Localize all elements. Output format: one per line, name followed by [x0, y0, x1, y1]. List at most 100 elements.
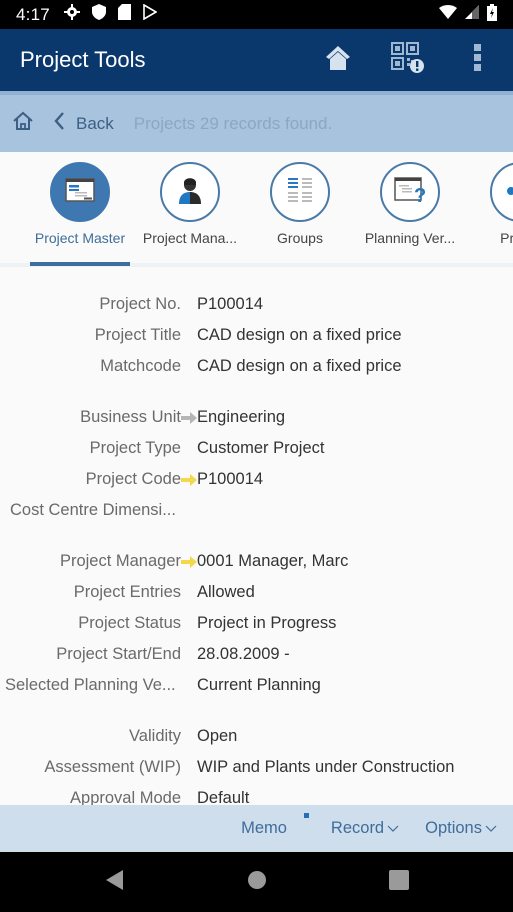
overflow-menu-button[interactable] — [443, 29, 513, 91]
field-approval-mode: Approval Mode Default — [0, 783, 513, 805]
field-value: Allowed — [197, 583, 255, 601]
field-value: P100014 — [197, 470, 264, 488]
field-value: WIP and Plants under Construction — [197, 758, 455, 776]
planning-help-icon: ? — [394, 176, 426, 209]
back-triangle-icon — [105, 869, 124, 895]
field-value: CAD design on a fixed price — [197, 357, 402, 375]
tab-label: Project Mana... — [142, 230, 238, 246]
field-project-status: Project Status Project in Progress — [0, 608, 513, 639]
person-icon — [177, 176, 203, 209]
field-project-entries: Project Entries Allowed — [0, 577, 513, 608]
tab-label: Planning Ver... — [364, 230, 456, 246]
field-label: Project Entries — [73, 583, 181, 601]
field-project-code: Project Code P100014 — [0, 464, 513, 495]
field-value: 28.08.2009 - — [197, 645, 290, 663]
field-label: Business Unit — [80, 408, 181, 426]
project-detail-fields: Project No. P100014 Project Title CAD de… — [0, 267, 513, 805]
system-back-button[interactable] — [44, 869, 186, 895]
recents-square-icon — [388, 869, 409, 895]
form-icon — [65, 177, 95, 207]
system-home-button[interactable] — [186, 870, 328, 894]
tab-project-manager[interactable]: Project Mana... — [135, 162, 245, 246]
field-value: Current Planning — [197, 676, 321, 694]
chevron-left-icon — [54, 112, 64, 135]
tab-planning-version[interactable]: ? Planning Ver... — [355, 162, 465, 246]
field-value: Default — [197, 789, 250, 805]
home-circle-icon — [247, 870, 266, 894]
home-button[interactable] — [303, 29, 373, 91]
field-validity: Validity Open — [0, 721, 513, 752]
tab-label: Projec — [500, 230, 513, 246]
svg-text:?: ? — [414, 185, 426, 204]
field-matchcode: Matchcode CAD design on a fixed price — [0, 351, 513, 382]
field-value: P100014 — [197, 295, 264, 313]
field-label: Approval Mode — [70, 789, 181, 805]
field-project-start-end: Project Start/End 28.08.2009 - — [0, 639, 513, 670]
field-label: Project Status — [78, 614, 181, 632]
app-title: Project Tools — [20, 47, 146, 72]
tab-strip[interactable]: Project Master Project Mana... Groups ? — [0, 152, 513, 267]
wifi-icon — [439, 5, 457, 24]
field-label: Selected Planning Ve... — [5, 676, 176, 694]
overflow-menu-icon — [474, 43, 482, 77]
tab-groups[interactable]: Groups — [245, 162, 355, 246]
link-arrow-icon[interactable] — [181, 473, 197, 486]
field-label: Project Code — [85, 470, 181, 488]
link-arrow-icon[interactable] — [181, 555, 197, 568]
shield-icon — [91, 4, 106, 25]
chevron-down-icon — [485, 819, 497, 838]
field-assessment-wip: Assessment (WIP) WIP and Plants under Co… — [0, 752, 513, 783]
field-label: Validity — [129, 727, 181, 745]
field-label: Project Type — [89, 439, 181, 457]
record-menu-button[interactable]: Record — [331, 819, 399, 838]
field-label: Project Start/End — [56, 645, 181, 663]
back-button[interactable]: Back — [54, 112, 114, 135]
sd-card-icon — [117, 4, 131, 25]
qr-scan-button[interactable] — [373, 29, 443, 91]
field-label: Project No. — [99, 295, 181, 313]
memo-button[interactable]: Memo — [241, 813, 309, 838]
records-found-text: Projects 29 records found. — [133, 113, 333, 133]
memo-indicator-icon — [303, 813, 309, 818]
status-time: 4:17 — [16, 4, 50, 24]
tab-project-master[interactable]: Project Master — [25, 162, 135, 246]
tab-project-partial[interactable]: Projec — [465, 162, 513, 246]
tab-label: Groups — [277, 230, 323, 246]
field-label: Assessment (WIP) — [44, 758, 181, 776]
field-business-unit: Business Unit Engineering — [0, 402, 513, 433]
play-store-icon — [143, 3, 158, 25]
cellular-icon — [465, 5, 479, 24]
breadcrumb-bar: Back Projects 29 records found. — [0, 91, 513, 152]
field-selected-planning-version: Selected Planning Ve... Current Planning — [0, 670, 513, 701]
bottom-action-bar: Memo Record Options — [0, 805, 513, 852]
field-project-type: Project Type Customer Project — [0, 433, 513, 464]
qr-code-icon — [391, 41, 425, 79]
home-breadcrumb-icon[interactable] — [12, 111, 34, 136]
system-recents-button[interactable] — [328, 869, 470, 895]
field-project-manager: Project Manager 0001 Manager, Marc — [0, 546, 513, 577]
system-navigation-bar — [0, 852, 513, 912]
app-bar: Project Tools — [0, 29, 513, 91]
field-label: Matchcode — [100, 357, 181, 375]
field-value: Customer Project — [197, 439, 325, 457]
tab-label: Project Master — [34, 230, 126, 246]
field-label: Cost Centre Dimensi... — [10, 501, 176, 519]
field-value: Open — [197, 727, 238, 745]
gear-icon — [63, 4, 80, 25]
field-label: Project Title — [94, 326, 181, 344]
project-link-icon — [506, 183, 513, 201]
field-value: CAD design on a fixed price — [197, 326, 402, 344]
field-project-no: Project No. P100014 — [0, 289, 513, 320]
chevron-down-icon — [387, 819, 399, 838]
link-arrow-icon[interactable] — [181, 411, 197, 424]
memo-label: Memo — [241, 819, 287, 837]
field-label: Project Manager — [59, 552, 181, 570]
record-label: Record — [330, 819, 385, 837]
back-label: Back — [76, 113, 114, 133]
options-menu-button[interactable]: Options — [425, 819, 497, 838]
field-project-title: Project Title CAD design on a fixed pric… — [0, 320, 513, 351]
status-bar: 4:17 — [0, 0, 513, 29]
battery-charging-icon — [487, 3, 497, 26]
options-label: Options — [425, 819, 482, 837]
main-content: Project Master Project Mana... Groups ? — [0, 152, 513, 805]
